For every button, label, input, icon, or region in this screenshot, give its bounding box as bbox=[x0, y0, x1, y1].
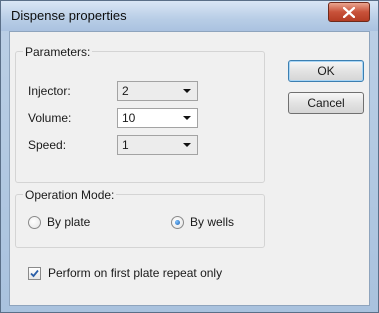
speed-select[interactable]: 1 bbox=[117, 135, 198, 155]
operation-mode-group: Operation Mode: By plate By wells bbox=[15, 188, 265, 248]
repeat-checkbox-label[interactable]: Perform on first plate repeat only bbox=[48, 266, 222, 280]
ok-button[interactable]: OK bbox=[288, 60, 364, 82]
checkmark-icon bbox=[30, 269, 39, 278]
volume-select[interactable]: 10 bbox=[117, 108, 198, 128]
operation-mode-group-label: Operation Mode: bbox=[23, 188, 117, 202]
title-bar[interactable]: Dispense properties bbox=[1, 1, 378, 31]
window-title: Dispense properties bbox=[11, 8, 127, 23]
speed-value: 1 bbox=[122, 138, 129, 152]
volume-value: 10 bbox=[122, 111, 136, 125]
dialog-window: Dispense properties Parameters: Injector… bbox=[0, 0, 379, 313]
close-icon bbox=[343, 7, 355, 18]
chevron-down-icon bbox=[183, 89, 191, 93]
by-wells-label[interactable]: By wells bbox=[190, 215, 234, 229]
chevron-down-icon bbox=[183, 143, 191, 147]
parameters-group: Parameters: Injector: 2 Volume: 10 Speed… bbox=[15, 45, 265, 183]
volume-label: Volume: bbox=[28, 111, 72, 125]
by-plate-label[interactable]: By plate bbox=[47, 215, 90, 229]
injector-select[interactable]: 2 bbox=[117, 81, 198, 101]
by-plate-radio[interactable] bbox=[28, 216, 41, 229]
parameters-group-label: Parameters: bbox=[23, 45, 93, 59]
repeat-checkbox[interactable] bbox=[28, 267, 41, 280]
injector-label: Injector: bbox=[28, 84, 71, 98]
chevron-down-icon bbox=[183, 116, 191, 120]
speed-label: Speed: bbox=[28, 138, 67, 152]
injector-value: 2 bbox=[122, 84, 129, 98]
cancel-button[interactable]: Cancel bbox=[288, 92, 364, 114]
by-wells-radio[interactable] bbox=[171, 216, 184, 229]
dialog-body: Parameters: Injector: 2 Volume: 10 Speed… bbox=[9, 31, 370, 306]
close-button[interactable] bbox=[328, 2, 370, 22]
